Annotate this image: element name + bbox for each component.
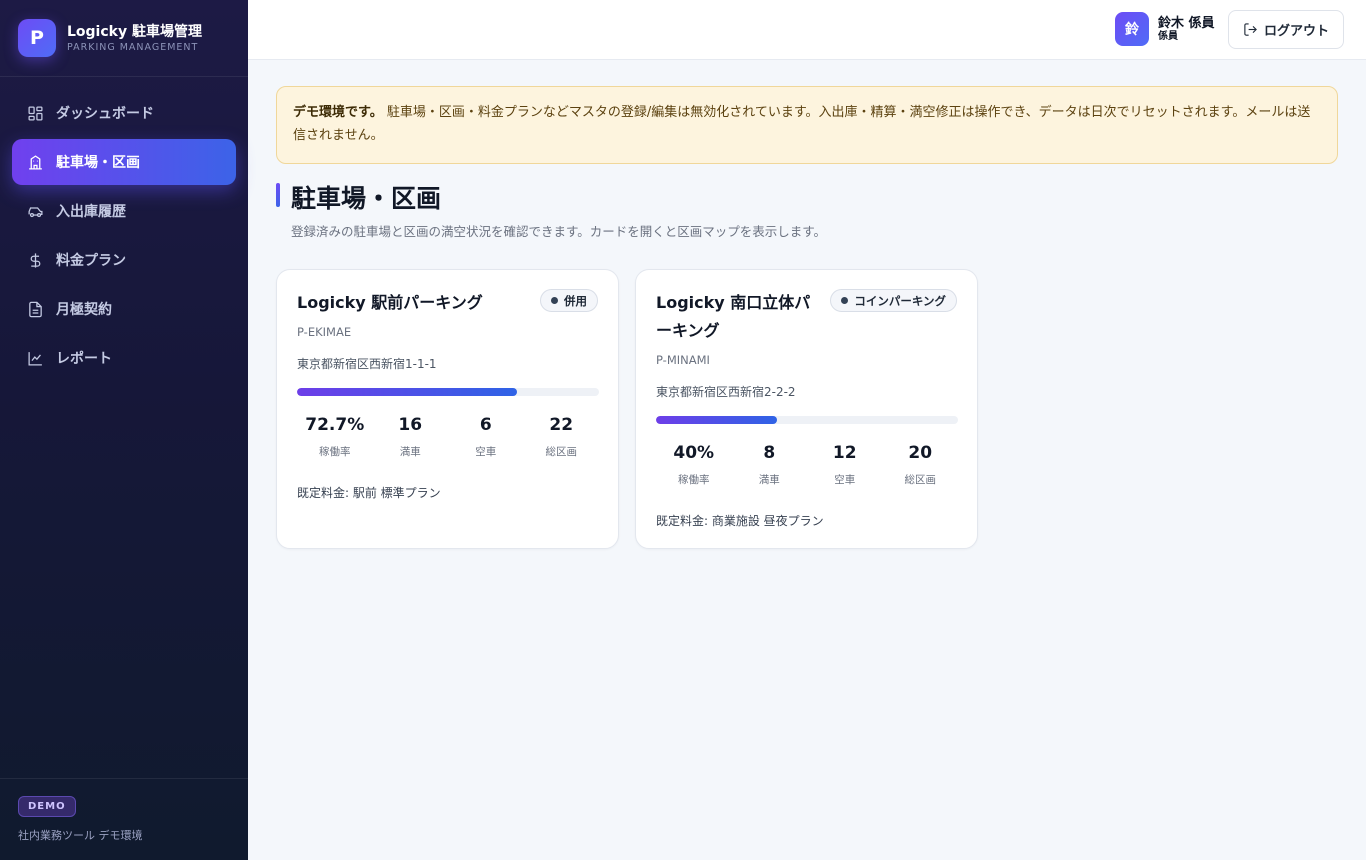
brand-subtitle: PARKING MANAGEMENT: [67, 41, 199, 53]
dashboard-icon: [26, 104, 44, 122]
dot-icon: [841, 297, 849, 304]
lot-name: Logicky 南口立体パーキング: [656, 293, 811, 340]
stat-occupancy-rate: 72.7% 稼働率: [297, 414, 373, 459]
occupancy-bar-fill: [297, 388, 517, 396]
stat-label: 総区画: [545, 446, 578, 458]
logout-icon: [1244, 23, 1257, 36]
user-menu[interactable]: 鈴 鈴木 係員 係員: [1115, 12, 1215, 46]
lot-code: P-MINAMI: [656, 353, 710, 367]
sidebar-item-label: 料金プラン: [56, 253, 126, 269]
stat-value: 12: [832, 443, 857, 463]
stat-label: 満車: [758, 474, 780, 486]
stat-total: 22 総区画: [524, 414, 600, 459]
sidebar-item-label: 入出庫履歴: [56, 204, 126, 220]
lot-type-badge: コインパーキング: [830, 289, 957, 312]
top-header: 鈴 鈴木 係員 係員 ログアウト: [248, 0, 1366, 60]
parking-lot-card[interactable]: Logicky 南口立体パーキング コインパーキング P-MINAMI 東京都新…: [635, 269, 978, 549]
stat-value: 8: [763, 443, 776, 463]
stat-value: 22: [549, 415, 574, 435]
document-icon: [26, 300, 44, 318]
sidebar-item-pricing[interactable]: 料金プラン: [12, 237, 236, 283]
dollar-icon: [26, 251, 44, 269]
occupancy-bar-fill: [656, 416, 777, 424]
stat-vacant: 12 空車: [807, 442, 883, 487]
demo-badge: DEMO: [18, 796, 76, 817]
brand-logo: P: [18, 19, 56, 57]
sidebar-item-label: 月極契約: [56, 302, 112, 318]
stat-total: 20 総区画: [883, 442, 959, 487]
stat-label: 総区画: [904, 474, 937, 486]
stat-value: 20: [908, 443, 933, 463]
occupancy-bar: [656, 416, 958, 424]
user-name: 鈴木 係員: [1158, 16, 1215, 31]
lot-name: Logicky 駅前パーキング: [297, 293, 483, 312]
sidebar-item-parking[interactable]: 駐車場・区画: [12, 139, 236, 185]
lot-type-label: コインパーキング: [854, 293, 946, 308]
lot-address: 東京都新宿区西新宿1-1-1: [297, 357, 437, 371]
lot-address: 東京都新宿区西新宿2-2-2: [656, 385, 796, 399]
lot-code: P-EKIMAE: [297, 325, 352, 339]
logout-label: ログアウト: [1263, 23, 1329, 38]
stat-label: 稼働率: [678, 474, 710, 486]
lot-stats: 72.7% 稼働率 16 満車 6 空車 22 総区画: [297, 414, 599, 459]
lot-stats: 40% 稼働率 8 満車 12 空車 20 総区画: [656, 442, 958, 487]
sidebar: P Logicky 駐車場管理 PARKING MANAGEMENT ダッシュボ…: [0, 0, 248, 860]
stat-label: 稼働率: [319, 446, 351, 458]
sidebar-item-label: ダッシュボード: [56, 106, 154, 122]
stat-value: 6: [479, 415, 492, 435]
stat-value: 40%: [673, 443, 715, 463]
dot-icon: [551, 297, 558, 304]
notice-strong: デモ環境です。: [293, 105, 383, 120]
sidebar-item-label: 駐車場・区画: [56, 155, 140, 171]
page-title: 駐車場・区画: [291, 184, 442, 213]
stat-value: 16: [398, 415, 423, 435]
occupancy-bar: [297, 388, 599, 396]
brand-title: Logicky 駐車場管理: [67, 23, 202, 40]
building-icon: [26, 153, 44, 171]
stat-full: 8 満車: [732, 442, 808, 487]
user-role: 係員: [1158, 31, 1178, 42]
demo-notice: デモ環境です。 駐車場・区画・料金プランなどマスタの登録/編集は無効化されていま…: [276, 86, 1338, 164]
lot-type-badge: 併用: [540, 289, 598, 312]
brand[interactable]: P Logicky 駐車場管理 PARKING MANAGEMENT: [0, 0, 248, 77]
stat-label: 空車: [834, 474, 856, 486]
logout-button[interactable]: ログアウト: [1228, 10, 1344, 49]
sidebar-item-history[interactable]: 入出庫履歴: [12, 188, 236, 234]
lot-default-plan: 既定料金: 商業施設 昼夜プラン: [656, 514, 824, 528]
title-accent-bar: [276, 183, 280, 207]
stat-label: 空車: [475, 446, 497, 458]
sidebar-item-label: レポート: [56, 351, 112, 367]
avatar: 鈴: [1115, 12, 1149, 46]
sidebar-nav: ダッシュボード 駐車場・区画 入出庫履歴 料金プラン 月極契約 レポート: [0, 77, 248, 381]
sidebar-footer: DEMO 社内業務ツール デモ環境: [0, 778, 248, 860]
parking-lot-card[interactable]: Logicky 駅前パーキング 併用 P-EKIMAE 東京都新宿区西新宿1-1…: [276, 269, 619, 549]
footer-text: 社内業務ツール デモ環境: [18, 829, 143, 842]
stat-value: 72.7%: [305, 415, 365, 435]
lot-default-plan: 既定料金: 駅前 標準プラン: [297, 486, 441, 500]
notice-text: 駐車場・区画・料金プランなどマスタの登録/編集は無効化されています。入出庫・精算…: [293, 105, 1311, 143]
sidebar-item-monthly[interactable]: 月極契約: [12, 286, 236, 332]
car-icon: [26, 202, 44, 220]
stat-vacant: 6 空車: [448, 414, 524, 459]
sidebar-item-dashboard[interactable]: ダッシュボード: [12, 90, 236, 136]
lot-type-label: 併用: [564, 293, 587, 308]
stat-full: 16 満車: [373, 414, 449, 459]
chart-icon: [26, 349, 44, 367]
stat-label: 満車: [399, 446, 421, 458]
sidebar-item-report[interactable]: レポート: [12, 335, 236, 381]
page-description: 登録済みの駐車場と区画の満空状況を確認できます。カードを開くと区画マップを表示し…: [291, 224, 827, 239]
stat-occupancy-rate: 40% 稼働率: [656, 442, 732, 487]
